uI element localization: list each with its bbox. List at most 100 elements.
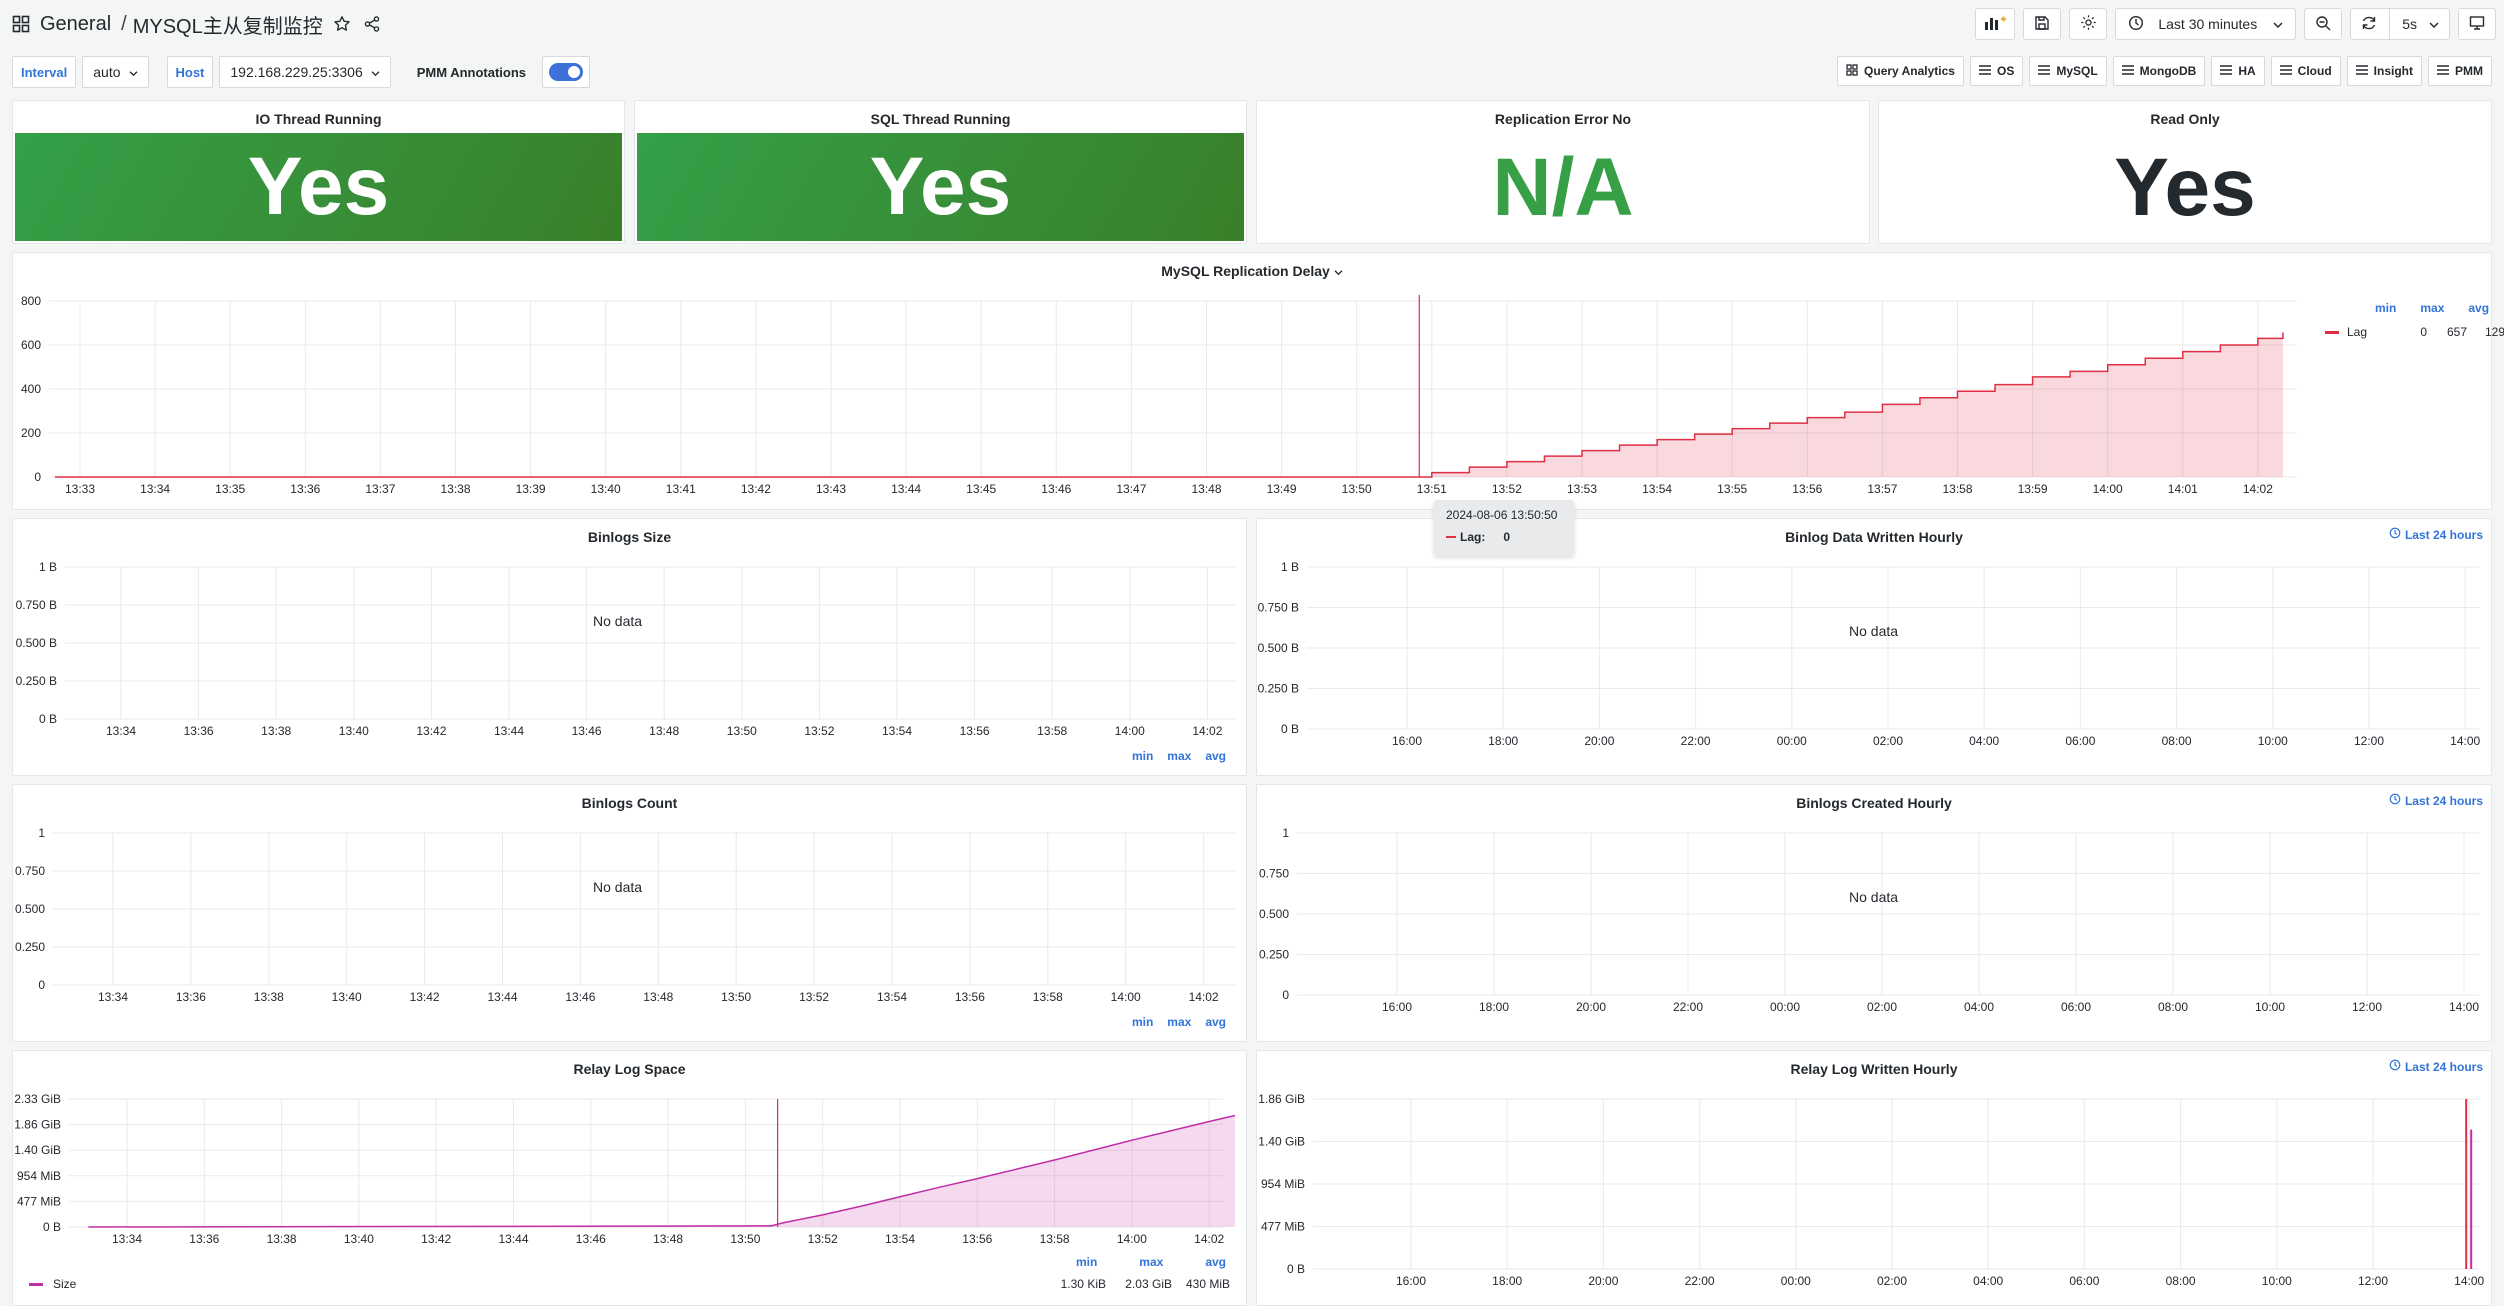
legend-item-size[interactable]: Size 1.30 KiB 2.03 GiB 430 MiB	[29, 1277, 1230, 1291]
panel-binlogs-size[interactable]: Binlogs Size 1 B 0.750 B 0.500 B 0.250 B0 B…	[12, 518, 1247, 776]
host-value: 192.168.229.25:3306	[230, 64, 363, 80]
legend-header: min max avg	[1076, 1255, 1226, 1269]
dashboard-settings-button[interactable]	[2069, 8, 2108, 40]
binlogs-size-chart[interactable]: 1 B 0.750 B 0.500 B 0.250 B 0 B 13:34 13:36 13:…	[13, 519, 1248, 777]
interval-select[interactable]: auto	[82, 56, 149, 88]
link-os[interactable]: OS	[1969, 56, 2024, 86]
stat-panel-replication-error[interactable]: Replication Error No N/A	[1256, 100, 1870, 244]
legend-item-lag[interactable]: Lag 0 657 129	[2325, 325, 2504, 339]
legend-header: min max avg	[2375, 301, 2489, 315]
x-tick-label: 13:46	[572, 724, 602, 738]
menu-bars-icon	[2355, 64, 2368, 78]
binlogs-count-chart[interactable]: 1 0.750 0.500 0.250 0 13:34 13:36 13:38 13:40 13:…	[13, 785, 1248, 1043]
y-tick-label: 200	[21, 426, 41, 440]
x-tick-label: 02:00	[1877, 1274, 1907, 1288]
x-tick-label: 20:00	[1588, 1274, 1618, 1288]
legend-min-header[interactable]: min	[1076, 1255, 1097, 1269]
legend-avg-header[interactable]: avg	[1205, 1255, 1226, 1269]
time-range-picker[interactable]: Last 30 minutes	[2115, 8, 2297, 40]
y-tick-label: 0	[1282, 988, 1289, 1002]
annotations-toggle[interactable]	[542, 56, 591, 88]
relay-log-space-chart[interactable]: 2.33 GiB 1.86 GiB 1.40 GiB 954 MiB 477 MiB 0 …	[13, 1051, 1248, 1306]
legend-min-header[interactable]: min	[1132, 749, 1153, 763]
binlogs-created-chart[interactable]: 1 0.750 0.500 0.250 0 16:00 18:00 20:00 22:00 00:…	[1257, 785, 2493, 1043]
y-tick-label: 0.250	[15, 940, 45, 954]
binlog-written-chart[interactable]: 1 B 0.750 B 0.500 B 0.250 B 0 B 16:00 18:00 20:…	[1257, 519, 2493, 777]
x-tick-label: 13:58	[1040, 1232, 1070, 1246]
share-icon[interactable]	[363, 15, 381, 33]
y-tick-label: 0	[34, 470, 41, 484]
x-tick-label: 13:36	[176, 990, 206, 1004]
x-tick-label: 13:40	[339, 724, 369, 738]
panel-binlogs-created-hourly[interactable]: Binlogs Created Hourly Last 24 hours 1 0.…	[1256, 784, 2492, 1042]
legend-max-header[interactable]: max	[1167, 749, 1191, 763]
x-tick-label: 04:00	[1964, 1000, 1994, 1014]
y-tick-label: 1	[1282, 826, 1289, 840]
refresh-picker[interactable]: 5s	[2350, 8, 2450, 40]
x-tick-label: 18:00	[1492, 1274, 1522, 1288]
link-pmm[interactable]: PMM	[2428, 56, 2492, 86]
legend-max-header[interactable]: max	[2420, 301, 2444, 315]
panel-relay-log-written-hourly[interactable]: Relay Log Written Hourly Last 24 hours 1…	[1256, 1050, 2492, 1306]
relay-written-chart[interactable]: 1.86 GiB 1.40 GiB 954 MiB 477 MiB 0 B 16:00 18…	[1257, 1051, 2493, 1306]
panel-binlog-written-hourly[interactable]: Binlog Data Written Hourly Last 24 hours…	[1256, 518, 2492, 776]
stat-panel-sql-thread[interactable]: SQL Thread Running Yes	[634, 100, 1247, 244]
link-mysql[interactable]: MySQL	[2029, 56, 2107, 86]
replication-delay-chart[interactable]: 800 600 400 200 0 13:33 13:34 13:35 13:36 13:37 13…	[13, 253, 2493, 511]
menu-bars-icon	[2121, 64, 2134, 78]
menu-bars-icon	[2220, 64, 2233, 78]
star-icon[interactable]	[333, 15, 351, 33]
tooltip-row: Lag: 0	[1446, 530, 1562, 544]
dashboard-title[interactable]: MYSQL主从复制监控	[133, 10, 323, 39]
apps-grid-icon[interactable]	[12, 15, 30, 33]
x-tick-label: 14:00	[2449, 1000, 2479, 1014]
add-panel-button[interactable]	[1975, 8, 2016, 40]
y-tick-label: 0 B	[39, 712, 57, 726]
zoom-out-button[interactable]	[2304, 8, 2343, 40]
x-tick-label: 04:00	[1973, 1274, 2003, 1288]
y-tick-label: 0.750 B	[16, 598, 57, 612]
x-tick-label: 13:46	[1041, 482, 1071, 496]
legend-max-header[interactable]: max	[1139, 1255, 1163, 1269]
interval-value: auto	[93, 64, 121, 80]
x-tick-label: 08:00	[2166, 1274, 2196, 1288]
link-mongodb[interactable]: MongoDB	[2112, 56, 2206, 86]
legend-max-header[interactable]: max	[1167, 1015, 1191, 1029]
stat-panel-read-only[interactable]: Read Only Yes	[1878, 100, 2492, 244]
x-tick-label: 14:02	[1192, 724, 1222, 738]
y-tick-label: 0.500	[1259, 907, 1289, 921]
link-cloud[interactable]: Cloud	[2270, 56, 2341, 86]
written-bar	[2470, 1129, 2473, 1269]
tv-mode-button[interactable]	[2458, 8, 2496, 40]
legend-avg-header[interactable]: avg	[1205, 749, 1226, 763]
breadcrumb: General / MYSQL主从复制监控	[12, 10, 381, 39]
tooltip-swatch	[1446, 536, 1456, 538]
breadcrumb-folder[interactable]: General	[40, 13, 111, 36]
toggle-switch[interactable]	[549, 63, 584, 81]
save-dashboard-button[interactable]	[2023, 8, 2062, 40]
x-tick-label: 13:54	[1642, 482, 1672, 496]
menu-bars-icon	[1978, 64, 1991, 78]
panel-binlogs-count[interactable]: Binlogs Count 1 0.750 0.500 0.250 0 13:34 13:3…	[12, 784, 1247, 1042]
panel-relay-log-space[interactable]: Relay Log Space 2.33 GiB 1.86 GiB 1.40 GiB…	[12, 1050, 1247, 1306]
link-ha[interactable]: HA	[2211, 56, 2265, 86]
link-query-analytics[interactable]: Query Analytics	[1837, 56, 1964, 86]
host-select[interactable]: 192.168.229.25:3306	[219, 56, 391, 88]
y-tick-label: 400	[21, 382, 41, 396]
x-tick-label: 13:50	[727, 724, 757, 738]
panel-replication-delay[interactable]: MySQL Replication Delay 800 600 400 200 0 13:…	[12, 252, 2504, 511]
no-data-text: No data	[593, 879, 643, 895]
save-icon	[2034, 15, 2050, 34]
stat-panel-io-thread[interactable]: IO Thread Running Yes	[12, 100, 625, 244]
x-tick-label: 06:00	[2069, 1274, 2099, 1288]
x-tick-label: 04:00	[1969, 734, 1999, 748]
legend-min-header[interactable]: min	[1132, 1015, 1153, 1029]
legend-avg-header[interactable]: avg	[1205, 1015, 1226, 1029]
link-insight[interactable]: Insight	[2346, 56, 2422, 86]
x-tick-label: 13:36	[189, 1232, 219, 1246]
x-tick-label: 14:02	[2243, 482, 2273, 496]
x-tick-label: 14:00	[2454, 1274, 2484, 1288]
legend-avg-header[interactable]: avg	[2468, 301, 2489, 315]
legend-max: 657	[2446, 325, 2467, 339]
legend-min-header[interactable]: min	[2375, 301, 2396, 315]
